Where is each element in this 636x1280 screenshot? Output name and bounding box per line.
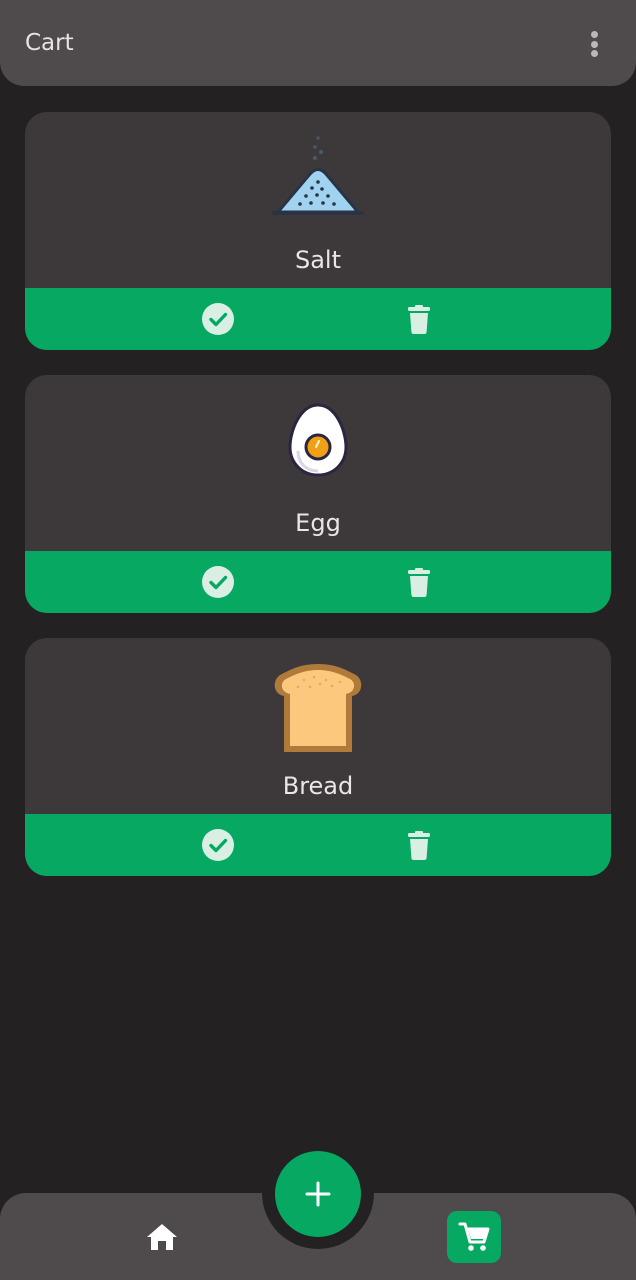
cart-item-card: Bread xyxy=(25,638,611,876)
add-item-button[interactable] xyxy=(275,1151,361,1237)
cart-item-card: Egg xyxy=(25,375,611,613)
item-image xyxy=(25,397,611,517)
check-circle-icon[interactable] xyxy=(202,566,234,598)
item-actions-bar xyxy=(25,551,611,613)
salt-icon xyxy=(272,136,364,215)
item-label: Salt xyxy=(294,246,342,274)
trash-icon[interactable] xyxy=(403,829,435,861)
page-title: Cart xyxy=(25,30,74,56)
trash-icon[interactable] xyxy=(403,566,435,598)
item-label: Egg xyxy=(295,509,341,537)
cart-nav-button[interactable] xyxy=(447,1211,501,1263)
check-circle-icon[interactable] xyxy=(202,829,234,861)
trash-icon[interactable] xyxy=(403,303,435,335)
plus-icon xyxy=(305,1181,331,1207)
item-actions-bar xyxy=(25,288,611,350)
bread-slice-icon xyxy=(274,664,362,752)
item-image xyxy=(25,134,611,254)
item-label: Bread xyxy=(282,772,354,800)
home-icon[interactable] xyxy=(146,1222,178,1252)
more-vert-icon[interactable] xyxy=(582,28,606,60)
cart-icon xyxy=(458,1222,490,1251)
boiled-egg-icon xyxy=(288,403,348,477)
app-bar: Cart xyxy=(0,0,636,86)
item-actions-bar xyxy=(25,814,611,876)
cart-item-card: Salt xyxy=(25,112,611,350)
item-image xyxy=(25,660,611,780)
check-circle-icon[interactable] xyxy=(202,303,234,335)
